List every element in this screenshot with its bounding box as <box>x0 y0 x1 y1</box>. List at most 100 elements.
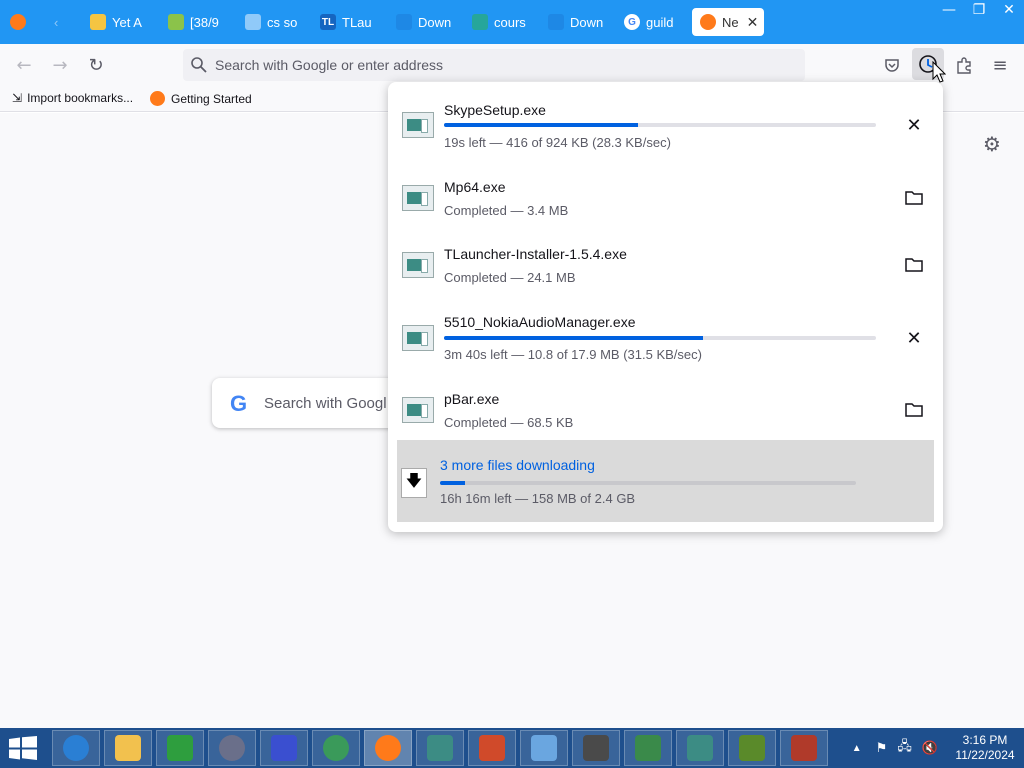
forward-arrow-icon[interactable]: → <box>48 53 72 77</box>
cancel-download-icon[interactable]: ✕ <box>901 325 927 351</box>
tab-6[interactable]: cours <box>472 8 532 36</box>
folder-icon[interactable] <box>901 396 927 422</box>
download-status: Completed — 68.5 KB <box>444 415 574 430</box>
tab-scroll-left-icon[interactable]: ‹ <box>54 8 58 36</box>
firefox-icon <box>375 735 401 761</box>
taskbar-app-css-game[interactable] <box>572 730 620 766</box>
tab-5[interactable]: Down <box>396 8 456 36</box>
tab-favicon-icon <box>472 14 488 30</box>
tab-favicon-icon <box>168 14 184 30</box>
address-bar[interactable]: Search with Google or enter address <box>183 49 805 81</box>
flag-icon[interactable]: ⚑ <box>876 740 888 756</box>
summary-progress-fill <box>440 481 465 485</box>
volume-muted-icon[interactable]: 🔇 <box>922 740 938 756</box>
tab-7[interactable]: Down <box>548 8 608 36</box>
more-downloads-summary[interactable]: 🡇 3 more files downloading 16h 16m left … <box>397 440 934 522</box>
restore-button[interactable]: ❐ <box>964 0 994 22</box>
tab-active[interactable]: Ne ✕ <box>692 8 764 36</box>
extensions-icon[interactable] <box>952 53 976 77</box>
download-progress-fill <box>444 336 704 340</box>
file-explorer-icon <box>115 735 141 761</box>
reload-icon[interactable]: ↻ <box>84 53 108 77</box>
address-placeholder: Search with Google or enter address <box>215 57 444 73</box>
close-tab-icon[interactable]: ✕ <box>747 14 759 31</box>
tab-favicon-icon <box>548 14 564 30</box>
download-item[interactable]: pBar.exe Completed — 68.5 KB <box>396 388 935 438</box>
download-filename: pBar.exe <box>444 391 500 407</box>
tab-favicon-icon <box>245 14 261 30</box>
taskbar-app-installer[interactable] <box>416 730 464 766</box>
cancel-download-icon[interactable]: ✕ <box>901 112 927 138</box>
media-sphere-icon <box>219 735 245 761</box>
network-app-icon <box>531 735 557 761</box>
download-filename: 5510_NokiaAudioManager.exe <box>444 314 636 330</box>
tab-label: Down <box>418 14 452 30</box>
bookmark-getting-started[interactable]: Getting Started <box>150 91 252 106</box>
download-item[interactable]: TLauncher-Installer-1.5.4.exe Completed … <box>396 243 935 293</box>
tab-label: Ne <box>722 14 739 30</box>
download-progress-fill <box>444 123 639 127</box>
tray-expand-icon[interactable]: ▲ <box>852 743 862 754</box>
firefox-icon <box>700 14 716 30</box>
tab-4[interactable]: TL TLau <box>320 8 380 36</box>
import-icon: ⇲ <box>12 91 23 105</box>
system-tray: ▲ ⚑ 🖧 🔇 3:16 PM 11/22/2024 <box>852 728 1024 768</box>
tab-label: cs so <box>267 14 298 30</box>
download-arrow-icon: 🡇 <box>401 468 427 498</box>
taskbar-app-paint-drop[interactable] <box>260 730 308 766</box>
minimize-button[interactable]: — <box>934 0 964 22</box>
folder-icon[interactable] <box>901 251 927 277</box>
downloads-panel: SkypeSetup.exe 19s left — 416 of 924 KB … <box>388 82 943 532</box>
close-window-button[interactable]: ✕ <box>994 0 1024 22</box>
taskbar-app-installer-2[interactable] <box>676 730 724 766</box>
back-arrow-icon[interactable]: ← <box>12 53 36 77</box>
office-tiles-icon <box>479 735 505 761</box>
globe-app-icon <box>323 735 349 761</box>
bookmark-import[interactable]: ⇲ Import bookmarks... <box>12 91 133 105</box>
summary-status: 16h 16m left — 158 MB of 2.4 GB <box>440 491 636 506</box>
tab-favicon-icon <box>90 14 106 30</box>
spartan-app-icon <box>791 735 817 761</box>
menu-hamburger-icon[interactable]: ≡ <box>988 53 1012 77</box>
download-item[interactable]: SkypeSetup.exe 19s left — 416 of 924 KB … <box>396 98 935 158</box>
taskbar-app-minecraft[interactable] <box>728 730 776 766</box>
download-item[interactable]: Mp64.exe Completed — 3.4 MB <box>396 176 935 226</box>
taskbar-app-firefox[interactable] <box>364 730 412 766</box>
taskbar-app-globe-app[interactable] <box>312 730 360 766</box>
installer-file-icon <box>402 252 434 278</box>
taskbar-app-file-explorer[interactable] <box>104 730 152 766</box>
tab-favicon-icon <box>396 14 412 30</box>
tab-3[interactable]: cs so <box>245 8 305 36</box>
taskbar-app-store[interactable] <box>156 730 204 766</box>
taskbar-app-spartan-app[interactable] <box>780 730 828 766</box>
clock[interactable]: 3:16 PM 11/22/2024 <box>946 733 1024 763</box>
download-status: 19s left — 416 of 924 KB (28.3 KB/sec) <box>444 135 671 150</box>
network-icon[interactable]: 🖧 <box>897 737 912 759</box>
taskbar-app-internet-explorer[interactable] <box>52 730 100 766</box>
tab-label: cours <box>494 14 526 30</box>
installer-file-icon <box>402 325 434 351</box>
taskbar-app-network-app[interactable] <box>520 730 568 766</box>
download-item[interactable]: 5510_NokiaAudioManager.exe 3m 40s left —… <box>396 311 935 371</box>
folder-icon[interactable] <box>901 184 927 210</box>
installer-icon <box>427 735 453 761</box>
pocket-icon[interactable] <box>880 53 904 77</box>
tab-2[interactable]: [38/9 <box>168 8 228 36</box>
installer-2-icon <box>687 735 713 761</box>
gear-icon[interactable]: ⚙ <box>983 134 1003 154</box>
download-status: Completed — 24.1 MB <box>444 270 576 285</box>
more-downloads-label[interactable]: 3 more files downloading <box>440 457 595 473</box>
bookmark-label: Import bookmarks... <box>27 91 134 105</box>
tab-1[interactable]: Yet A <box>90 8 150 36</box>
taskbar-app-media-sphere[interactable] <box>208 730 256 766</box>
firefox-menu-icon[interactable] <box>10 8 32 36</box>
installer-file-icon <box>402 185 434 211</box>
windows-start-icon[interactable] <box>8 736 38 760</box>
tab-8[interactable]: G guild <box>624 8 684 36</box>
monitor-app-icon <box>635 735 661 761</box>
google-logo-icon: G <box>230 391 248 416</box>
taskbar-app-office-tiles[interactable] <box>468 730 516 766</box>
taskbar-app-monitor-app[interactable] <box>624 730 672 766</box>
download-progress-bar <box>444 123 876 127</box>
download-status: 3m 40s left — 10.8 of 17.9 MB (31.5 KB/s… <box>444 347 702 362</box>
